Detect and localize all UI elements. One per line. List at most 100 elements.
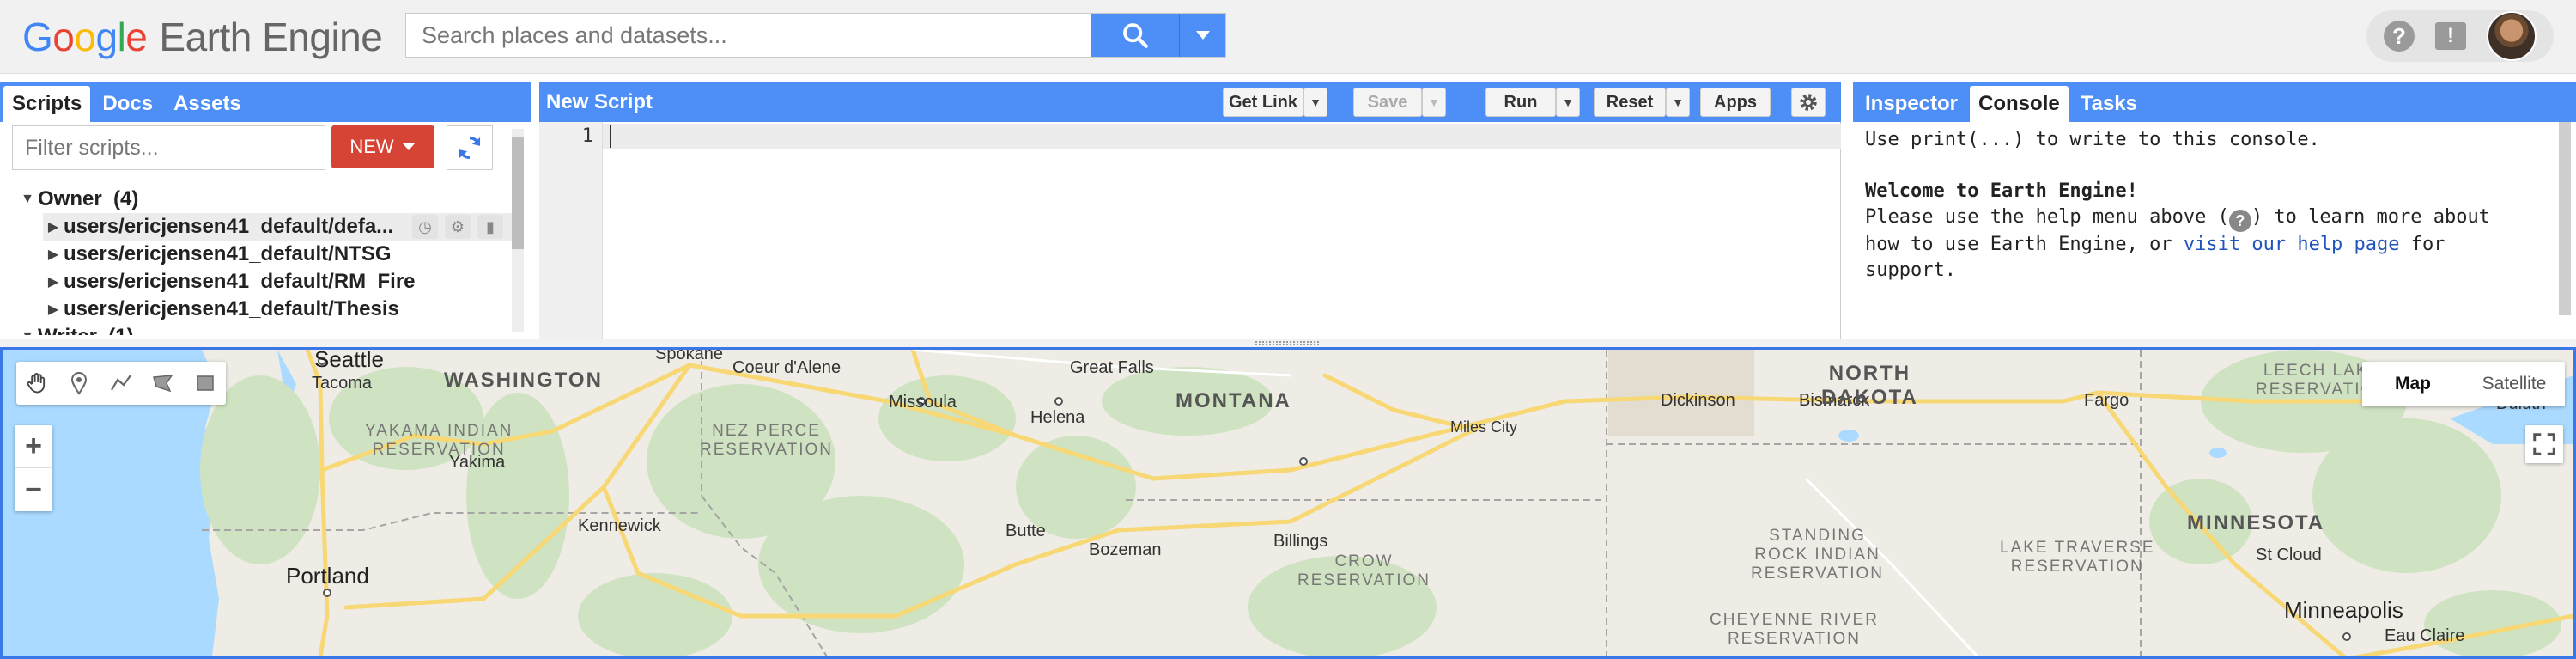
map-label-city: Miles City <box>1450 418 1518 436</box>
city-marker <box>1299 457 1308 466</box>
new-button[interactable]: NEW <box>331 125 434 168</box>
console-welcome: Welcome to Earth Engine! <box>1865 180 2138 202</box>
get-link-button[interactable]: Get Link <box>1223 88 1303 117</box>
zoom-controls: + − <box>15 425 52 511</box>
city-marker <box>1054 397 1063 406</box>
save-dropdown[interactable]: ▼ <box>1422 88 1446 117</box>
marker-icon[interactable] <box>64 368 94 399</box>
map-label-city: Bozeman <box>1089 540 1162 559</box>
scripts-scrollbar[interactable] <box>512 129 524 332</box>
tree-item[interactable]: ▶ users/ericjensen41_default/RM_Fire <box>43 268 416 296</box>
get-link-dropdown[interactable]: ▼ <box>1303 88 1327 117</box>
script-title[interactable]: New Script <box>546 82 653 122</box>
search-box <box>405 13 1226 58</box>
refresh-icon <box>459 136 481 160</box>
caret-down-icon: ▼ <box>1309 95 1321 109</box>
tree-item[interactable]: ▶ users/ericjensen41_default/NTSG <box>43 241 392 268</box>
expanded-caret-icon: ▼ <box>17 329 38 335</box>
splitter-grip-icon[interactable] <box>1255 341 1319 345</box>
feedback-icon[interactable]: ! <box>2435 22 2466 50</box>
map-label-city: Fargo <box>2084 391 2129 410</box>
caret-down-icon: ▼ <box>1428 95 1440 109</box>
map-label-city: St Cloud <box>2256 546 2322 564</box>
tab-docs[interactable]: Docs <box>94 86 161 122</box>
map-label-reservation: STANDING ROCK INDIAN RESERVATION <box>1751 527 1885 583</box>
caret-down-icon: ▼ <box>1672 95 1684 109</box>
console-hint: Use print(...) to write to this console. <box>1865 129 2320 150</box>
map-label-city: Helena <box>1030 408 1085 427</box>
map-label-city: Kennewick <box>578 516 661 535</box>
help-icon: ? <box>2228 210 2251 232</box>
tab-assets[interactable]: Assets <box>165 86 250 122</box>
app-logo[interactable]: Google Earth Engine <box>22 12 383 62</box>
filter-scripts-input[interactable] <box>12 125 325 170</box>
map-type-satellite-button[interactable]: Satellite <box>2464 374 2565 394</box>
map-type-map-button[interactable]: Map <box>2362 374 2464 394</box>
tab-scripts[interactable]: Scripts <box>3 86 91 122</box>
top-bar: Google Earth Engine ? ! <box>0 0 2576 74</box>
zoom-out-button[interactable]: − <box>15 468 52 511</box>
tree-item[interactable]: ▶ users/ericjensen41_default/defa... ◷ ⚙… <box>43 213 512 241</box>
map-label-state: WASHINGTON <box>444 369 603 392</box>
map-label-reservation: CHEYENNE RIVER RESERVATION <box>1710 611 1879 648</box>
map-label-state: MONTANA <box>1176 389 1291 412</box>
rectangle-tool-icon[interactable] <box>190 368 221 399</box>
apps-button[interactable]: Apps <box>1700 88 1771 117</box>
map-label-city: Spokane <box>655 347 723 363</box>
tree-folder-owner[interactable]: ▼ Owner (4) <box>17 186 138 213</box>
expanded-caret-icon: ▼ <box>21 192 34 206</box>
polygon-tool-icon[interactable] <box>148 368 179 399</box>
tab-tasks[interactable]: Tasks <box>2072 86 2146 122</box>
map-label-city: Eau Claire <box>2385 626 2465 645</box>
current-line-highlight <box>603 124 1841 149</box>
reset-button[interactable]: Reset <box>1594 88 1666 117</box>
trash-icon[interactable]: ▮ <box>477 215 503 239</box>
map-label-reservation: LAKE TRAVERSE RESERVATION <box>2000 539 2155 576</box>
caret-down-icon <box>1195 31 1210 40</box>
run-button[interactable]: Run <box>1485 88 1556 117</box>
tab-console[interactable]: Console <box>1970 86 2069 122</box>
tree-item[interactable]: ▶ users/ericjensen41_default/Thesis <box>43 296 399 323</box>
fullscreen-icon <box>2533 433 2555 455</box>
pan-hand-icon[interactable] <box>21 368 52 399</box>
console-output: Use print(...) to write to this console.… <box>1853 122 2576 339</box>
tab-inspector[interactable]: Inspector <box>1856 86 1966 122</box>
console-scrollbar[interactable] <box>2559 122 2571 315</box>
map-label-city: Billings <box>1273 532 1328 551</box>
help-page-link[interactable]: visit our help page <box>2184 234 2400 255</box>
help-icon[interactable]: ? <box>2384 21 2415 52</box>
map-label-city: Tacoma <box>312 374 373 393</box>
map-view[interactable]: Seattle Tacoma Spokane Coeur d'Alene Yak… <box>0 347 2576 659</box>
script-filter-row: NEW <box>12 125 519 170</box>
text-cursor <box>610 125 611 148</box>
search-options-button[interactable] <box>1179 14 1225 57</box>
collapsed-caret-icon: ▶ <box>47 302 59 317</box>
collapsed-caret-icon: ▶ <box>47 275 59 290</box>
left-panel-tabbar: Scripts Docs Assets <box>0 82 531 122</box>
map-label-reservation: YAKAMA INDIAN RESERVATION <box>365 422 513 459</box>
reset-dropdown[interactable]: ▼ <box>1666 88 1690 117</box>
map-type-toggle: Map Satellite <box>2362 362 2565 406</box>
fullscreen-button[interactable] <box>2525 425 2563 463</box>
map-label-city: Butte <box>1005 522 1046 540</box>
code-editor[interactable]: 1 <box>539 122 1841 339</box>
avatar[interactable] <box>2487 11 2537 61</box>
history-icon[interactable]: ◷ <box>412 215 438 239</box>
search-button[interactable] <box>1091 14 1179 57</box>
refresh-button[interactable] <box>447 125 493 170</box>
run-dropdown[interactable]: ▼ <box>1556 88 1580 117</box>
google-wordmark: Google <box>22 15 148 59</box>
map-label-city: Dickinson <box>1661 391 1735 410</box>
map-label-city: Coeur d'Alene <box>732 358 841 377</box>
map-label-reservation: NEZ PERCE RESERVATION <box>700 422 834 459</box>
zoom-in-button[interactable]: + <box>15 425 52 468</box>
line-tool-icon[interactable] <box>106 368 137 399</box>
settings-button[interactable] <box>1791 88 1826 117</box>
save-button[interactable]: Save <box>1353 88 1422 117</box>
search-input[interactable] <box>406 14 1091 57</box>
gear-icon[interactable]: ⚙ <box>445 215 471 239</box>
drawing-tools <box>16 362 226 405</box>
tree-folder-writer[interactable]: ▼ Writer (1) <box>17 323 134 335</box>
map-label-city: Missoula <box>889 393 957 412</box>
right-panel-tabbar: Inspector Console Tasks <box>1853 82 2576 122</box>
